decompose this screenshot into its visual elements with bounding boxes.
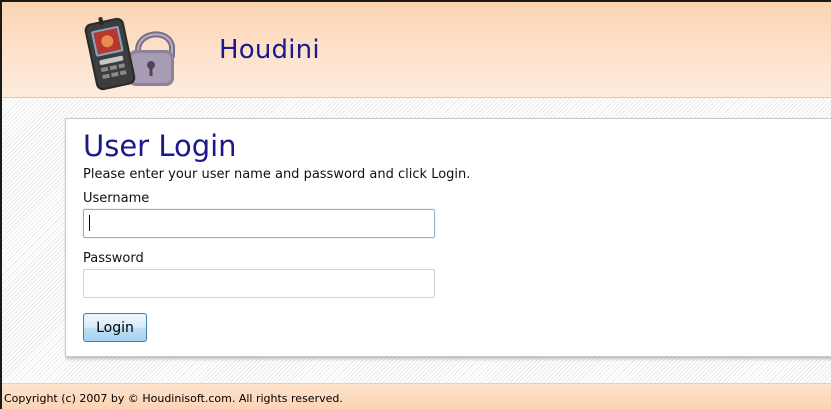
page-title: User Login [83, 129, 237, 163]
site-title: Houdini [219, 35, 320, 65]
username-field-wrapper [66, 209, 466, 239]
site-footer: Copyright (c) 2007 by © Houdinisoft.com.… [2, 383, 831, 409]
username-field[interactable] [83, 209, 435, 238]
password-field[interactable] [83, 269, 435, 298]
password-label: Password [83, 251, 144, 266]
phone-and-padlock-icon [84, 17, 175, 91]
content-area: User Login Please enter your user name a… [2, 98, 831, 383]
login-panel: User Login Please enter your user name a… [65, 118, 831, 357]
copyright-text: Copyright (c) 2007 by © Houdinisoft.com.… [4, 392, 343, 405]
login-button[interactable]: Login [83, 313, 147, 342]
site-header: Houdini [2, 2, 831, 98]
username-label: Username [83, 191, 150, 206]
text-caret [89, 215, 90, 231]
page-frame: Houdini User Login Please enter your use… [0, 0, 831, 409]
login-instruction: Please enter your user name and password… [83, 167, 471, 182]
